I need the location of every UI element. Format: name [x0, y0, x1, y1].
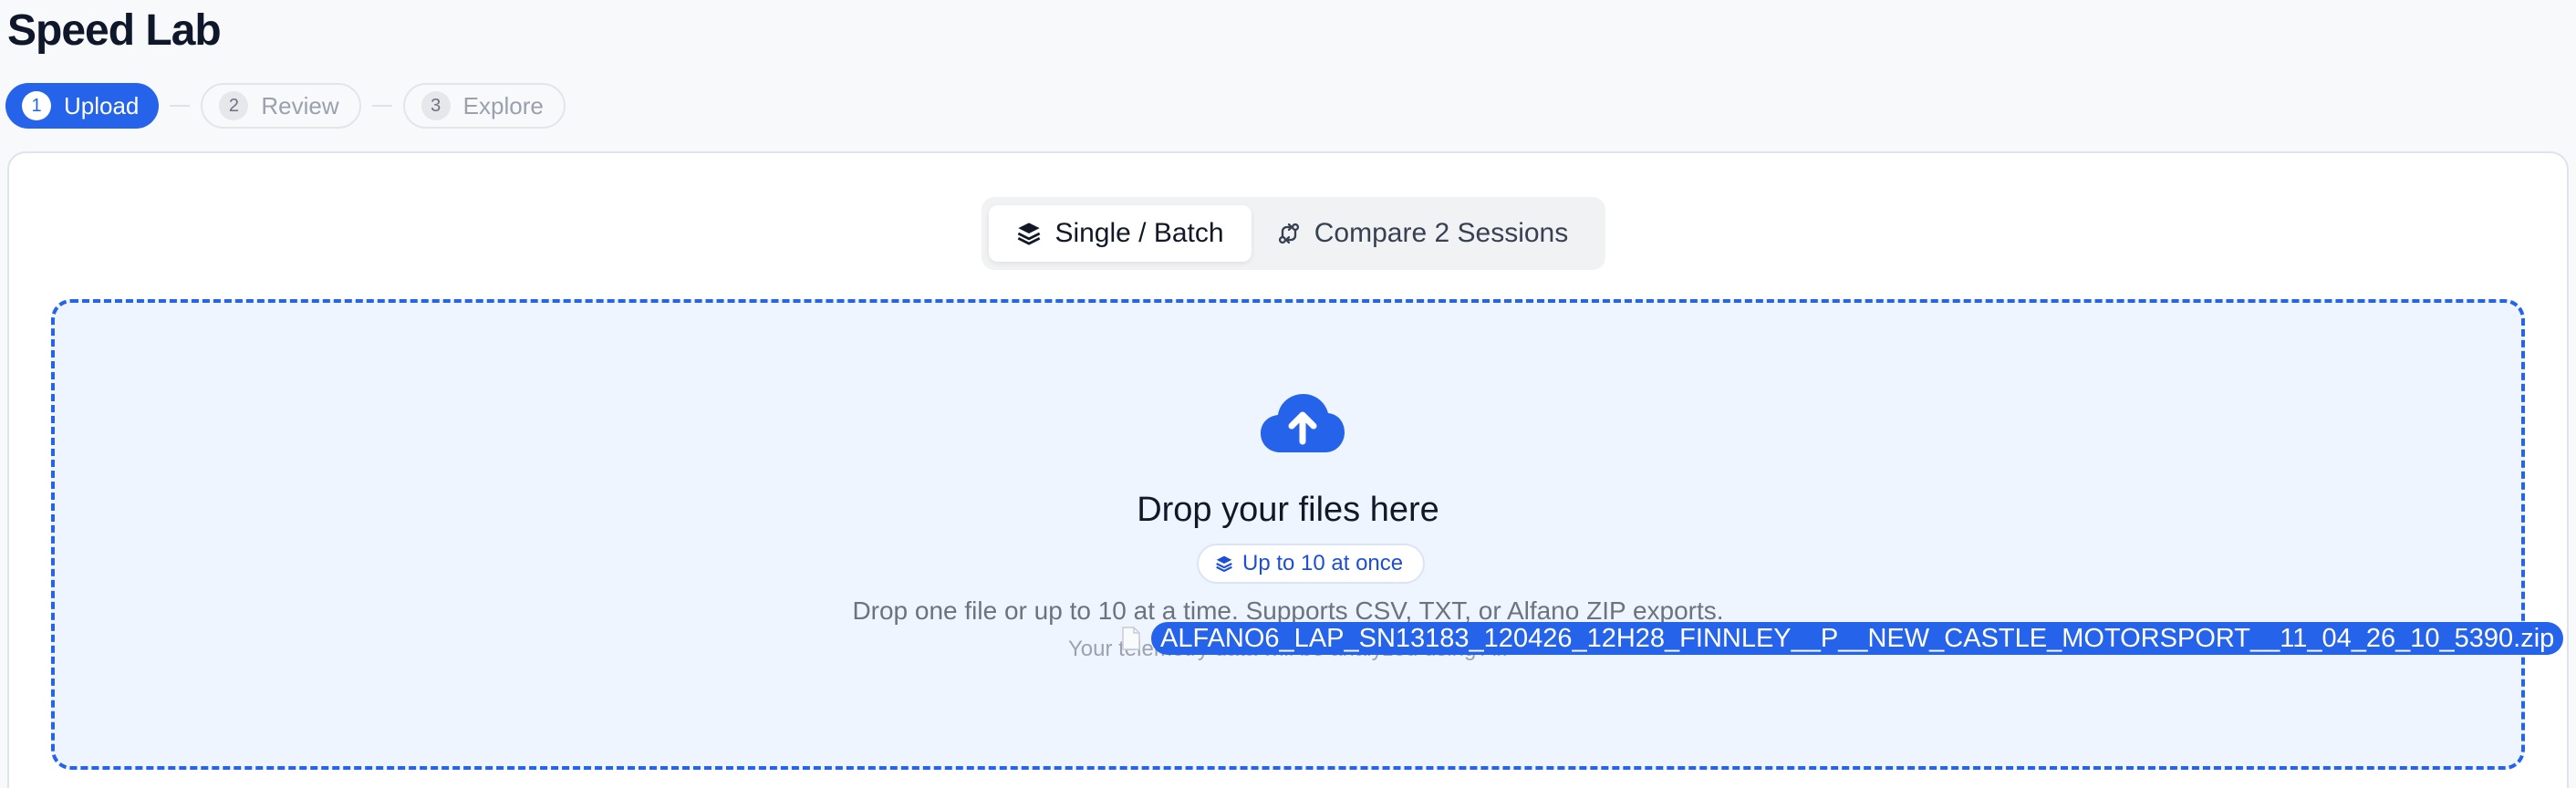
- step-separator: [170, 105, 191, 107]
- badge-label: Up to 10 at once: [1242, 551, 1404, 575]
- dragged-file-ghost: ALFANO6_LAP_SN13183_120426_12H28_FINNLEY…: [1122, 622, 2564, 655]
- layers-icon: [1215, 555, 1233, 573]
- step-label: Explore: [462, 91, 544, 119]
- page-title: Speed Lab: [7, 6, 222, 55]
- compare-arrows-icon: [1276, 221, 1302, 246]
- tab-label: Compare 2 Sessions: [1314, 218, 1569, 248]
- speed-lab-app: Speed Lab 1 Upload 2 Review 3 Explore Si…: [0, 0, 2576, 788]
- step-number: 1: [22, 91, 51, 120]
- step-separator: [371, 105, 392, 107]
- dragged-file-name: ALFANO6_LAP_SN13183_120426_12H28_FINNLEY…: [1151, 622, 2564, 655]
- file-dropzone[interactable]: Drop your files here Up to 10 at once Dr…: [51, 299, 2564, 770]
- stepper: 1 Upload 2 Review 3 Explore: [5, 82, 566, 130]
- tab-compare-sessions[interactable]: Compare 2 Sessions: [1252, 205, 1593, 262]
- tab-label: Single / Batch: [1054, 218, 1224, 248]
- step-explore[interactable]: 3 Explore: [402, 83, 566, 129]
- tab-single-batch[interactable]: Single / Batch: [989, 205, 1252, 262]
- file-icon: [1122, 627, 1140, 650]
- mode-switch: Single / Batch Compare 2 Sessions: [982, 197, 1605, 270]
- step-label: Review: [261, 91, 339, 119]
- dropzone-title: Drop your files here: [1137, 491, 1439, 529]
- step-number: 3: [421, 91, 451, 120]
- batch-limit-badge: Up to 10 at once: [1197, 544, 1426, 584]
- layers-icon: [1016, 221, 1042, 246]
- step-label: Upload: [64, 91, 140, 119]
- step-review[interactable]: 2 Review: [201, 83, 361, 129]
- cloud-upload-icon: [1259, 392, 1346, 454]
- step-number: 2: [219, 91, 249, 120]
- step-upload[interactable]: 1 Upload: [5, 83, 160, 129]
- upload-card: Single / Batch Compare 2 Sessions Drop y…: [7, 151, 2569, 788]
